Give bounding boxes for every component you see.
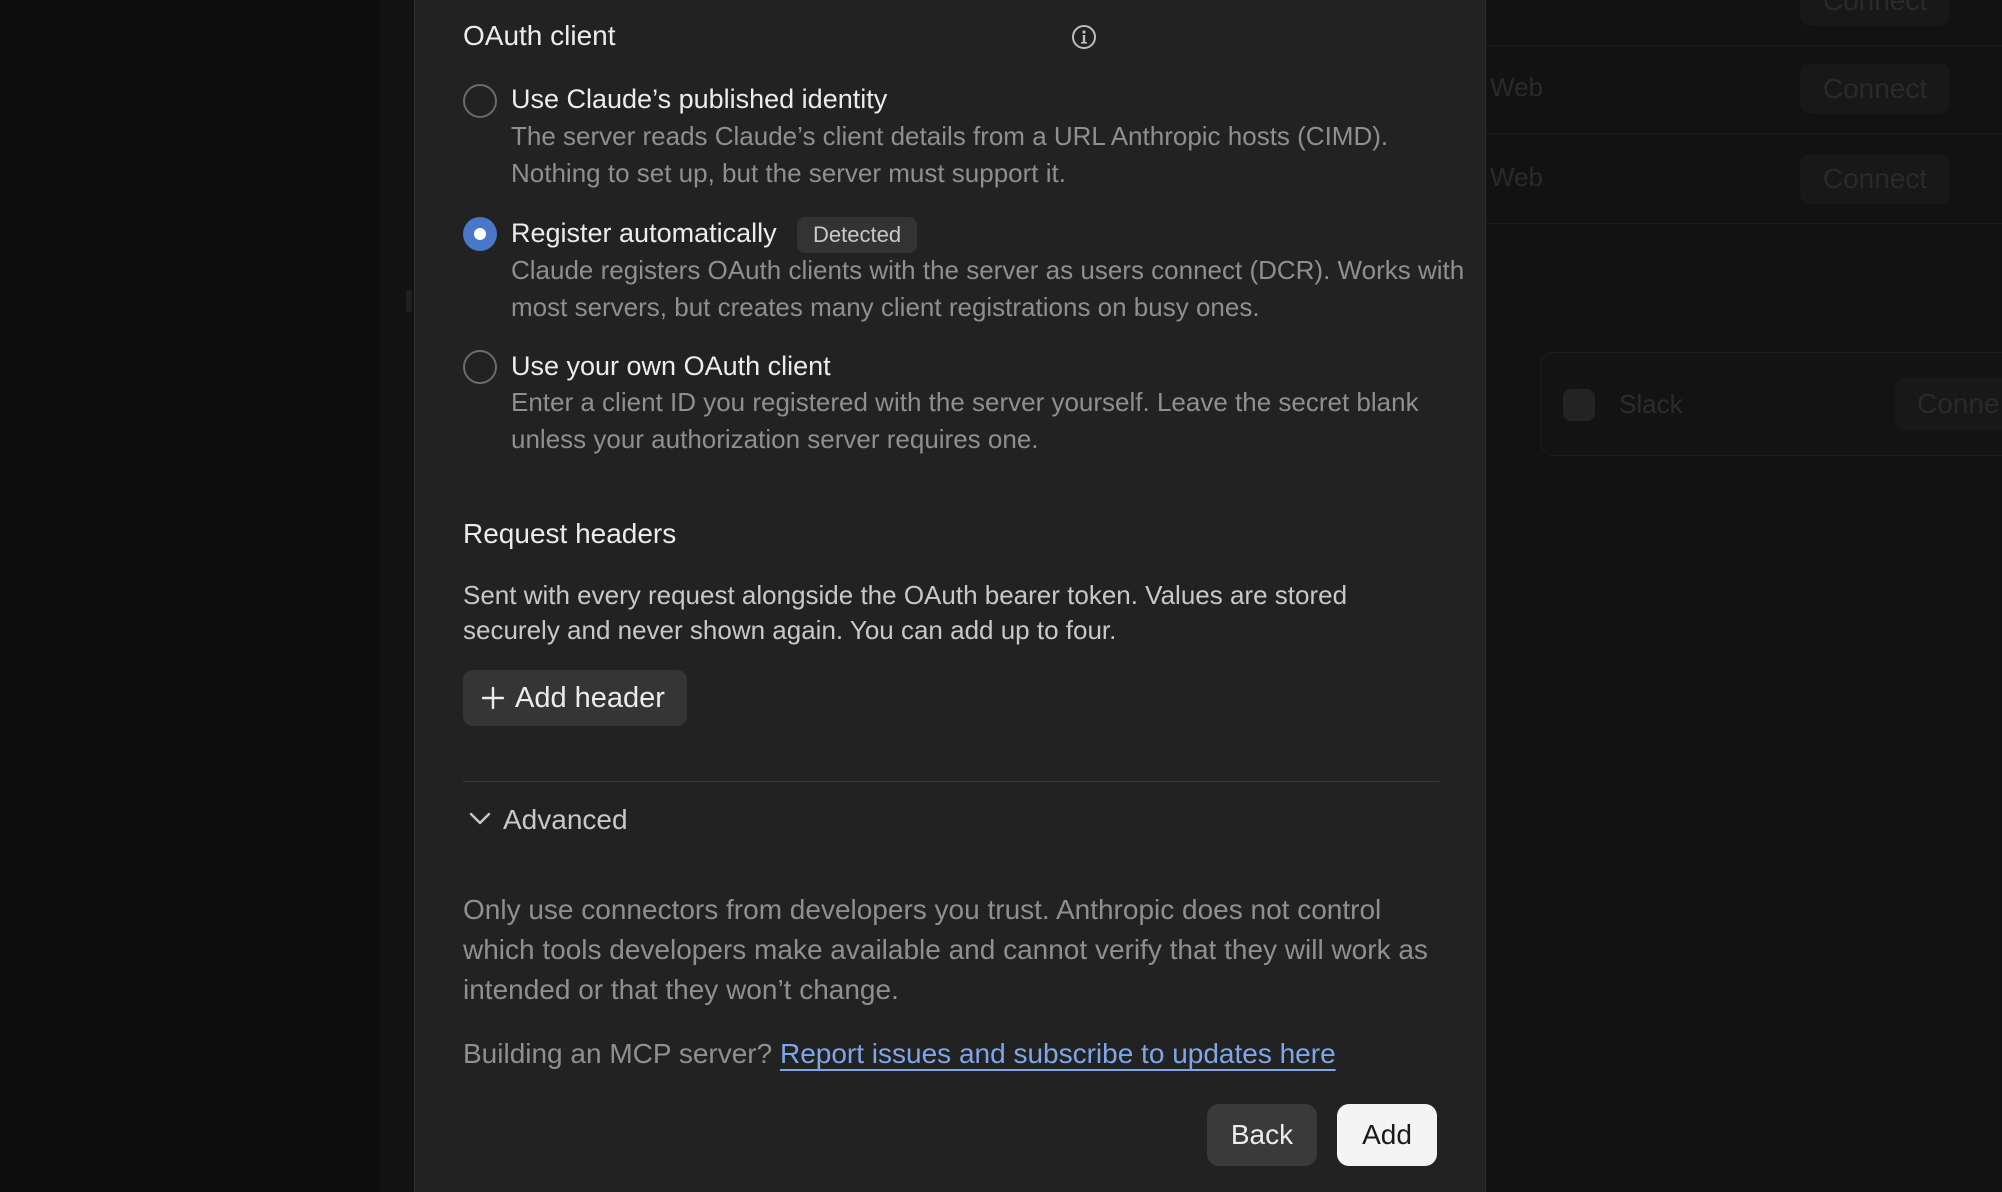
background-side-mark xyxy=(406,290,412,312)
request-headers-title: Request headers xyxy=(463,518,677,549)
background-card-connect-button: Conne xyxy=(1895,377,2002,431)
background-card-label: Slack xyxy=(1619,389,1683,419)
slack-icon xyxy=(1563,389,1595,421)
oauth-section-title: OAuth client xyxy=(463,20,616,51)
connector-modal: OAuth client Use Claude’s published iden… xyxy=(414,0,1486,1192)
option-desc-register-automatically: Claude registers OAuth clients with the … xyxy=(511,255,1465,322)
background-row: Connect xyxy=(1480,0,2002,46)
advanced-label: Advanced xyxy=(503,804,628,835)
option-desc-published-identity: The server reads Claude’s client details… xyxy=(511,121,1389,188)
option-label-register-automatically[interactable]: Register automatically xyxy=(511,218,777,249)
mcp-server-note: Building an MCP server? Report issues an… xyxy=(463,1034,1463,1074)
background-connect-button: Connect xyxy=(1800,154,1950,204)
detected-badge: Detected xyxy=(797,217,918,253)
plus-icon xyxy=(481,686,505,710)
radio-register-automatically[interactable] xyxy=(463,217,497,251)
add-header-label: Add header xyxy=(515,682,665,714)
add-button[interactable]: Add xyxy=(1337,1104,1437,1166)
advanced-toggle[interactable]: Advanced xyxy=(463,802,703,842)
background-row-label: Web xyxy=(1490,72,1543,102)
mcp-prefix: Building an MCP server? xyxy=(463,1038,773,1069)
radio-own-oauth-client[interactable] xyxy=(463,350,497,384)
option-label-own-oauth-client[interactable]: Use your own OAuth client xyxy=(511,351,831,382)
back-button[interactable]: Back xyxy=(1207,1104,1317,1166)
option-desc-own-oauth-client: Enter a client ID you registered with th… xyxy=(511,387,1419,454)
background-row: Web Connect xyxy=(1480,134,2002,224)
trust-warning: Only use connectors from developers you … xyxy=(463,894,1428,1005)
background-slack-card: Slack Conne xyxy=(1540,352,2002,456)
info-icon[interactable] xyxy=(1071,24,1097,50)
chevron-down-icon xyxy=(469,812,491,825)
option-label-published-identity[interactable]: Use Claude’s published identity xyxy=(511,84,887,115)
report-issues-link[interactable]: Report issues and subscribe to updates h… xyxy=(780,1038,1336,1069)
background-connect-button: Connect xyxy=(1800,0,1950,26)
background-connect-button: Connect xyxy=(1800,64,1950,114)
background-row: Web Connect xyxy=(1480,44,2002,134)
request-headers-desc: Sent with every request alongside the OA… xyxy=(463,580,1348,645)
section-divider xyxy=(463,781,1439,782)
background-row-label: Web xyxy=(1490,162,1543,192)
radio-published-identity[interactable] xyxy=(463,84,497,118)
add-header-button[interactable]: Add header xyxy=(463,670,687,726)
